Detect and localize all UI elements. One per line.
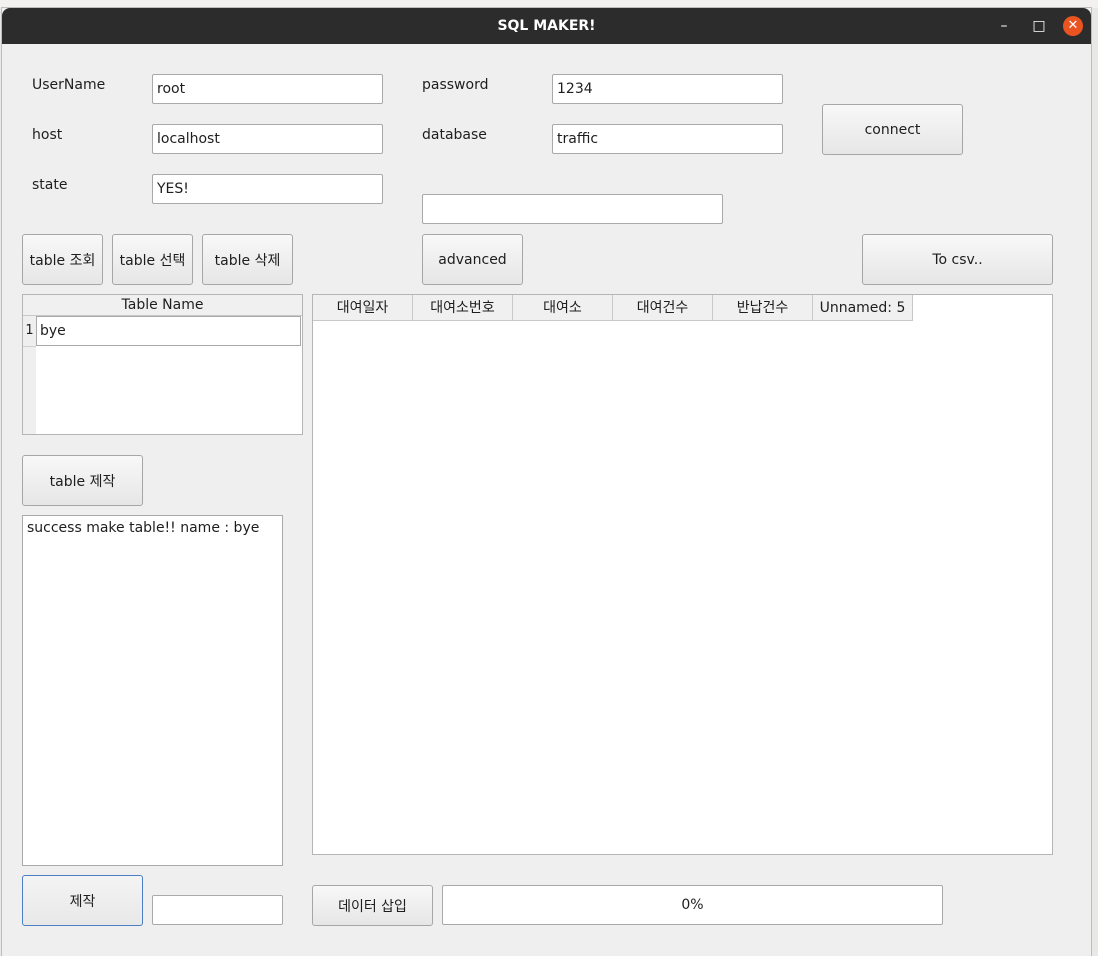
window-title: SQL MAKER!	[497, 18, 596, 34]
table-query-button[interactable]: table 조회	[22, 234, 103, 285]
connect-button[interactable]: connect	[822, 104, 963, 155]
grid-column-header[interactable]: 대여소번호	[413, 295, 513, 321]
title-bar: SQL MAKER! – □ ✕	[2, 8, 1091, 44]
app-window: SQL MAKER! – □ ✕ UserName root password …	[1, 7, 1092, 956]
database-input[interactable]: traffic	[552, 124, 783, 154]
table-list-header[interactable]: Table Name	[23, 295, 302, 316]
table-list[interactable]: Table Name 1 bye	[22, 294, 303, 435]
password-input[interactable]: 1234	[552, 74, 783, 104]
to-csv-button[interactable]: To csv..	[862, 234, 1053, 285]
maximize-icon[interactable]: □	[1029, 8, 1049, 44]
username-label: UserName	[32, 77, 106, 93]
table-list-row-number[interactable]: 1	[23, 316, 36, 347]
grid-column-header[interactable]: 대여일자	[313, 295, 413, 321]
data-grid[interactable]: 대여일자 대여소번호 대여소 대여건수 반납건수 Unnamed: 5	[312, 294, 1053, 855]
username-input[interactable]: root	[152, 74, 383, 104]
make-button[interactable]: 제작	[22, 875, 143, 926]
grid-column-header[interactable]: 대여소	[513, 295, 613, 321]
grid-column-header[interactable]: 대여건수	[613, 295, 713, 321]
database-label: database	[422, 127, 487, 143]
grid-column-header[interactable]: 반납건수	[713, 295, 813, 321]
host-label: host	[32, 127, 63, 143]
state-label: state	[32, 177, 68, 193]
table-select-button[interactable]: table 선택	[112, 234, 193, 285]
log-textarea[interactable]: success make table!! name : bye	[22, 515, 283, 866]
close-icon[interactable]: ✕	[1063, 16, 1083, 36]
log-text: success make table!! name : bye	[27, 520, 260, 536]
grid-column-header[interactable]: Unnamed: 5	[813, 295, 913, 321]
password-label: password	[422, 77, 489, 93]
table-delete-button[interactable]: table 삭제	[202, 234, 293, 285]
state-input[interactable]: YES!	[152, 174, 383, 204]
advanced-button[interactable]: advanced	[422, 234, 523, 285]
progress-bar: 0%	[442, 885, 943, 925]
make-name-input[interactable]	[152, 895, 283, 925]
extra-input[interactable]	[422, 194, 723, 224]
make-table-button[interactable]: table 제작	[22, 455, 143, 506]
host-input[interactable]: localhost	[152, 124, 383, 154]
table-list-row[interactable]: bye	[36, 316, 301, 346]
insert-data-button[interactable]: 데이터 삽입	[312, 885, 433, 926]
progress-text: 0%	[681, 897, 704, 913]
minimize-icon[interactable]: –	[994, 8, 1014, 44]
